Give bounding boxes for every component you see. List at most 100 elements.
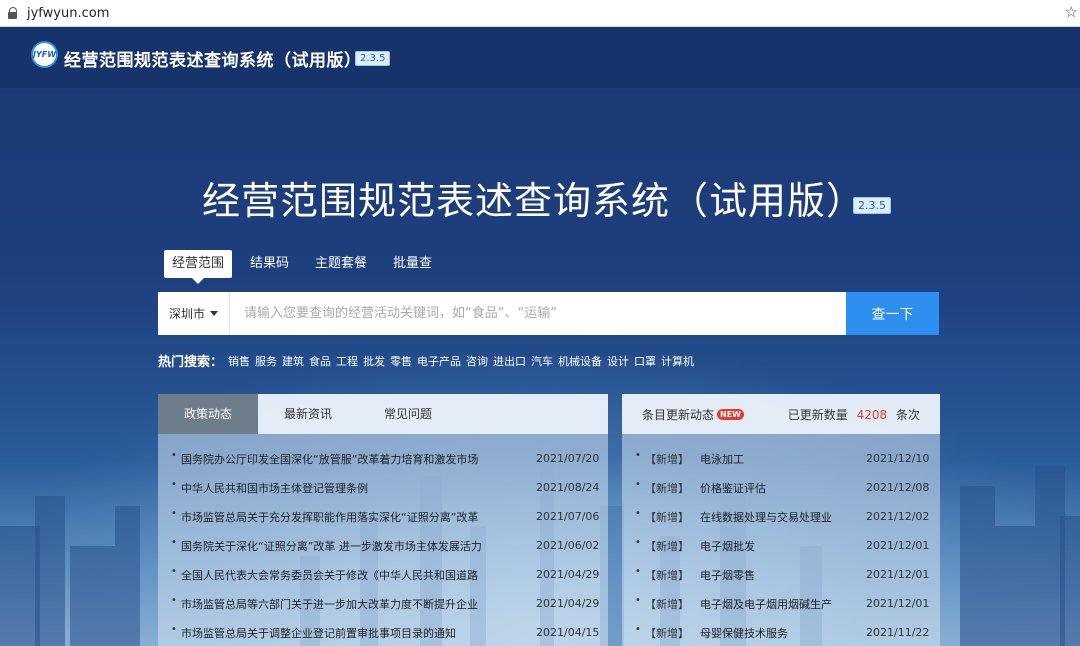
hot-keyword[interactable]: 食品	[309, 353, 331, 369]
updates-panel: 条目更新动态 NEW 已更新数量 4208 条次 【新增】电泳加工2021/12…	[622, 394, 940, 646]
tab-business-scope[interactable]: 经营范围	[164, 250, 233, 284]
list-item[interactable]: 市场监管总局等六部门关于进一步加大改革力度不断提升企业2021/04/29	[158, 589, 608, 618]
list-item[interactable]: 国务院关于深化“证照分离”改革 进一步激发市场主体发展活力2021/06/02	[158, 531, 608, 560]
tab-policy-news[interactable]: 政策动态	[158, 394, 259, 434]
news-title[interactable]: 中华人民共和国市场主体登记管理条例	[181, 480, 536, 496]
news-list: 国务院办公厅印发全国深化“放管服”改革着力培育和激发市场2021/07/20 中…	[158, 434, 608, 646]
hot-keyword[interactable]: 咨询	[466, 353, 488, 369]
update-tag: 【新增】	[645, 452, 689, 466]
updates-count-unit: 条次	[895, 407, 920, 422]
news-title[interactable]: 全国人民代表大会常务委员会关于修改《中华人民共和国道路	[181, 567, 536, 583]
updates-count: 已更新数量 4208 条次	[788, 406, 920, 423]
update-date: 2021/12/01	[866, 539, 930, 552]
search-button[interactable]: 查一下	[846, 292, 939, 335]
search-type-tabs: 经营范围 结果码 主题套餐 批量查	[164, 250, 458, 284]
list-item[interactable]: 【新增】电泳加工2021/12/10	[622, 444, 940, 473]
update-name[interactable]: 电子烟批发	[700, 538, 866, 554]
update-date: 2021/12/01	[866, 597, 930, 610]
list-item[interactable]: 市场监管总局关于调整企业登记前置审批事项目录的通知2021/04/15	[158, 618, 608, 646]
hot-keyword[interactable]: 设计	[607, 353, 629, 369]
tab-batch-query[interactable]: 批量查	[393, 250, 432, 278]
hero-title: 经营范围规范表述查询系统（试用版）	[202, 179, 866, 223]
updates-panel-header: 条目更新动态 NEW 已更新数量 4208 条次	[622, 394, 940, 434]
list-item[interactable]: 【新增】价格鉴证评估2021/12/08	[622, 473, 940, 502]
news-date: 2021/04/29	[536, 568, 600, 581]
tab-result-code[interactable]: 结果码	[250, 250, 289, 278]
hot-keyword[interactable]: 口罩	[634, 353, 656, 369]
hot-keyword[interactable]: 零售	[390, 353, 412, 369]
browser-address-bar[interactable]: jyfwyun.com ☆	[0, 0, 1080, 27]
list-item[interactable]: 全国人民代表大会常务委员会关于修改《中华人民共和国道路2021/04/29	[158, 560, 608, 589]
news-date: 2021/07/06	[536, 510, 600, 523]
header-version-badge: 2.3.5	[355, 51, 391, 66]
search-input[interactable]	[230, 292, 846, 335]
list-item[interactable]: 国务院办公厅印发全国深化“放管服”改革着力培育和激发市场2021/07/20	[158, 444, 608, 473]
news-panel: 政策动态 最新资讯 常见问题 国务院办公厅印发全国深化“放管服”改革着力培育和激…	[158, 394, 608, 646]
updates-title-text: 条目更新动态	[642, 407, 715, 422]
hot-keyword[interactable]: 建筑	[282, 353, 304, 369]
caret-down-icon	[210, 311, 218, 316]
hot-keyword[interactable]: 批发	[363, 353, 385, 369]
update-date: 2021/12/02	[866, 510, 930, 523]
news-title[interactable]: 国务院关于深化“证照分离”改革 进一步激发市场主体发展活力	[181, 538, 536, 554]
news-panel-tabs: 政策动态 最新资讯 常见问题	[158, 394, 608, 434]
hero-version-badge: 2.3.5	[853, 197, 891, 214]
update-date: 2021/11/22	[866, 626, 930, 639]
updates-count-value: 4208	[856, 407, 888, 422]
hot-keyword[interactable]: 机械设备	[558, 353, 602, 369]
bookmark-star-icon[interactable]: ☆	[1065, 3, 1078, 21]
news-title[interactable]: 市场监管总局关于充分发挥职能作用落实深化“证照分离”改革	[181, 509, 536, 525]
news-date: 2021/06/02	[536, 539, 600, 552]
update-tag: 【新增】	[645, 568, 689, 582]
list-item[interactable]: 【新增】电子烟批发2021/12/01	[622, 531, 940, 560]
news-title[interactable]: 市场监管总局关于调整企业登记前置审批事项目录的通知	[181, 625, 536, 641]
update-date: 2021/12/10	[866, 452, 930, 465]
update-name[interactable]: 价格鉴证评估	[700, 480, 866, 496]
new-badge: NEW	[717, 408, 744, 420]
city-select[interactable]: 深圳市	[158, 292, 230, 335]
hot-keyword[interactable]: 工程	[336, 353, 358, 369]
tab-theme-package[interactable]: 主题套餐	[315, 250, 367, 278]
hot-searches-label: 热门搜索：	[158, 355, 224, 370]
list-item[interactable]: 市场监管总局关于充分发挥职能作用落实深化“证照分离”改革2021/07/06	[158, 502, 608, 531]
site-logo-icon[interactable]: JYFW	[31, 41, 58, 68]
tab-latest-info[interactable]: 最新资讯	[258, 394, 358, 434]
news-date: 2021/08/24	[536, 481, 600, 494]
news-date: 2021/04/15	[536, 626, 600, 639]
update-name[interactable]: 电子烟零售	[700, 567, 866, 583]
header-title[interactable]: 经营范围规范表述查询系统（试用版）	[64, 46, 362, 71]
updates-count-label: 已更新数量	[787, 407, 848, 422]
hot-keyword[interactable]: 计算机	[661, 353, 694, 369]
hot-keyword[interactable]: 电子产品	[417, 353, 461, 369]
page-background: JYFW 经营范围规范表述查询系统（试用版） 2.3.5 经营范围规范表述查询系…	[0, 27, 1080, 646]
list-item[interactable]: 中华人民共和国市场主体登记管理条例2021/08/24	[158, 473, 608, 502]
site-header: JYFW 经营范围规范表述查询系统（试用版） 2.3.5	[0, 27, 1080, 89]
news-title[interactable]: 市场监管总局等六部门关于进一步加大改革力度不断提升企业	[181, 596, 536, 612]
hot-keyword[interactable]: 汽车	[531, 353, 553, 369]
update-name[interactable]: 母婴保健技术服务	[700, 625, 866, 641]
url-text[interactable]: jyfwyun.com	[27, 6, 109, 21]
news-date: 2021/07/20	[536, 452, 600, 465]
update-tag: 【新增】	[645, 539, 689, 553]
news-title[interactable]: 国务院办公厅印发全国深化“放管服”改革着力培育和激发市场	[181, 451, 536, 467]
list-item[interactable]: 【新增】电子烟及电子烟用烟碱生产2021/12/01	[622, 589, 940, 618]
updates-title: 条目更新动态 NEW	[642, 406, 744, 423]
hot-keyword[interactable]: 进出口	[493, 353, 526, 369]
list-item[interactable]: 【新增】在线数据处理与交易处理业2021/12/02	[622, 502, 940, 531]
list-item[interactable]: 【新增】电子烟零售2021/12/01	[622, 560, 940, 589]
news-date: 2021/04/29	[536, 597, 600, 610]
hot-searches: 热门搜索： 销售 服务 建筑 食品 工程 批发 零售 电子产品 咨询 进出口 汽…	[158, 351, 699, 371]
update-name[interactable]: 电子烟及电子烟用烟碱生产	[700, 596, 866, 612]
update-name[interactable]: 电泳加工	[700, 451, 866, 467]
lock-icon	[6, 6, 18, 20]
update-name[interactable]: 在线数据处理与交易处理业	[700, 509, 866, 525]
update-tag: 【新增】	[645, 510, 689, 524]
update-date: 2021/12/01	[866, 568, 930, 581]
list-item[interactable]: 【新增】母婴保健技术服务2021/11/22	[622, 618, 940, 646]
update-tag: 【新增】	[645, 481, 689, 495]
hot-keyword[interactable]: 销售	[228, 353, 250, 369]
hot-keyword[interactable]: 服务	[255, 353, 277, 369]
tab-faq[interactable]: 常见问题	[358, 394, 458, 434]
updates-list: 【新增】电泳加工2021/12/10 【新增】价格鉴证评估2021/12/08 …	[622, 434, 940, 646]
city-select-value: 深圳市	[168, 307, 205, 321]
